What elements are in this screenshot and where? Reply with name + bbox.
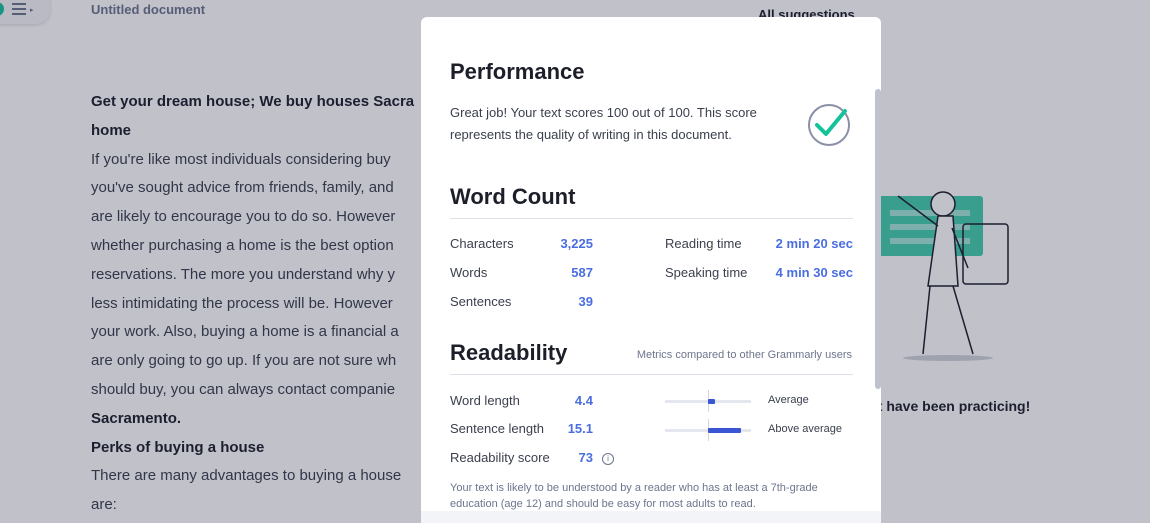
sentence-length-rating: Above average — [768, 423, 842, 435]
performance-title: Performance — [450, 59, 585, 84]
characters-label: Characters — [450, 236, 514, 251]
performance-text: Great job! Your text scores 100 out of 1… — [450, 105, 757, 142]
divider — [450, 218, 853, 219]
sentence-length-value: 15.1 — [567, 421, 593, 436]
sentence-length-bar — [665, 419, 751, 441]
performance-modal: Performance Great job! Your text scores … — [421, 17, 881, 523]
modal-scrollbar[interactable] — [875, 89, 881, 389]
word-length-label: Word length — [450, 393, 520, 408]
words-value: 587 — [571, 265, 593, 280]
sentences-label: Sentences — [450, 294, 512, 309]
readability-subtitle: Metrics compared to other Grammarly user… — [636, 349, 852, 361]
reading-time-label: Reading time — [665, 236, 742, 251]
words-label: Words — [450, 265, 488, 280]
readability-score-label: Readability score — [450, 450, 550, 465]
speaking-time-label: Speaking time — [665, 265, 748, 280]
sentence-length-label: Sentence length — [450, 421, 544, 436]
characters-value: 3,225 — [560, 236, 593, 251]
word-length-rating: Average — [768, 394, 809, 406]
info-icon[interactable]: i — [602, 453, 614, 465]
word-count-title: Word Count — [450, 184, 576, 209]
check-circle-icon — [808, 104, 850, 146]
readability-note: Your text is likely to be understood by … — [450, 482, 818, 510]
divider — [450, 374, 853, 375]
readability-title: Readability — [450, 340, 568, 365]
modal-footer — [421, 511, 881, 523]
reading-time-value: 2 min 20 sec — [775, 236, 853, 251]
speaking-time-value: 4 min 30 sec — [775, 265, 853, 280]
sentences-value: 39 — [578, 294, 593, 309]
readability-score-value: 73 — [578, 450, 593, 465]
word-length-bar — [665, 390, 751, 412]
word-length-value: 4.4 — [574, 393, 593, 408]
